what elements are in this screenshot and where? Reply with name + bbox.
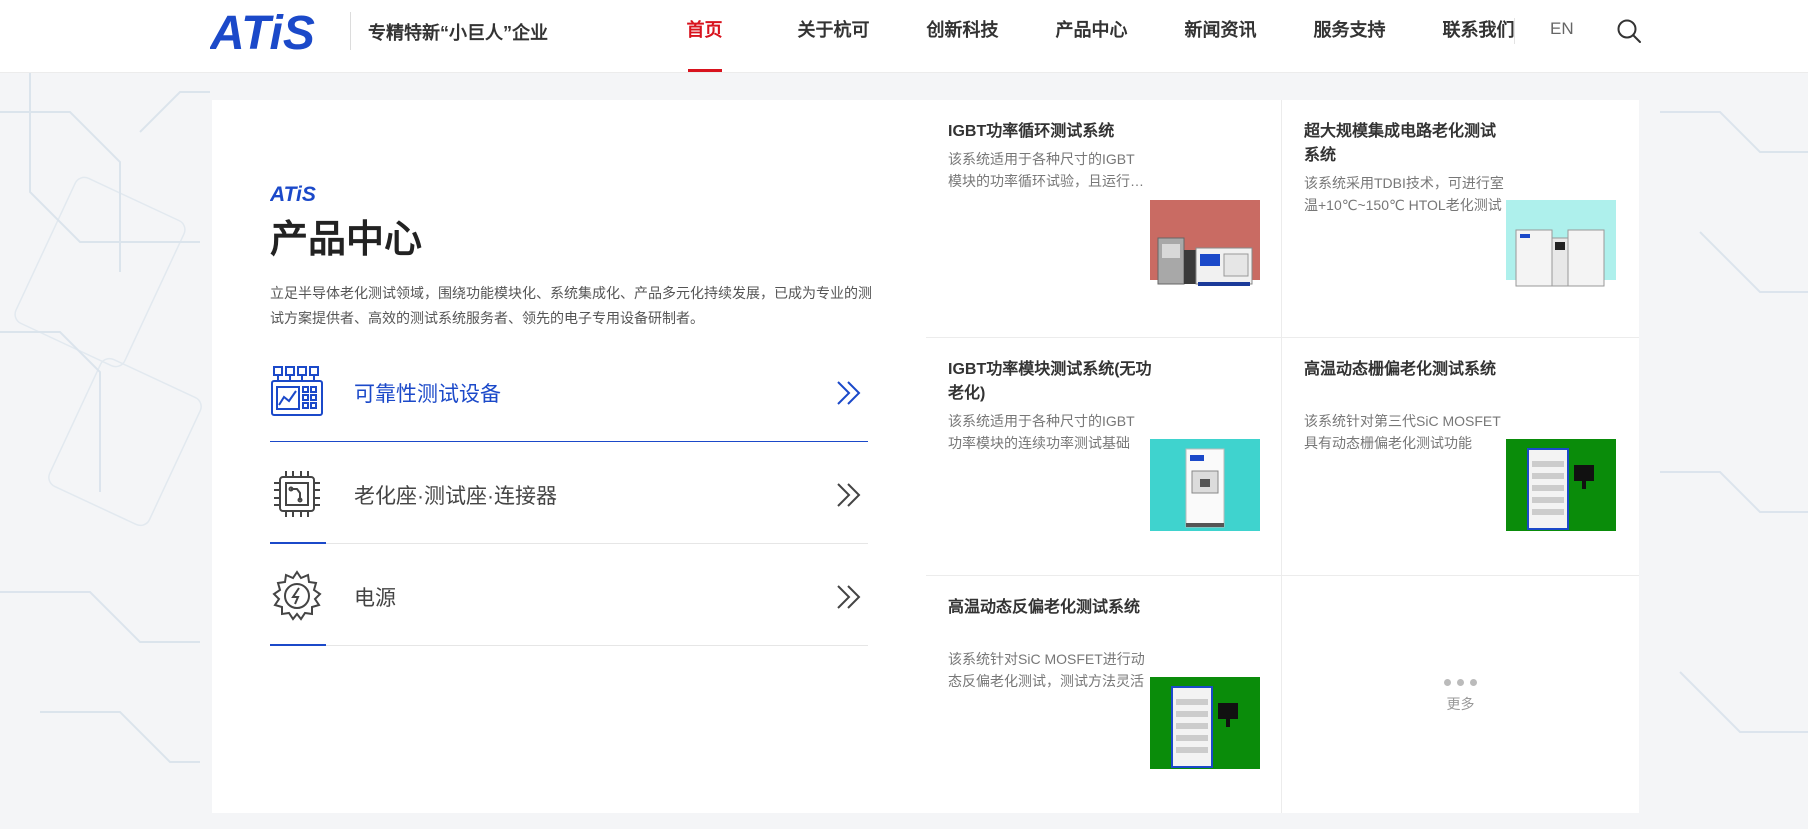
more-products-card[interactable]: 更多 — [1282, 576, 1639, 813]
logo-divider — [350, 12, 351, 50]
product-image — [1506, 439, 1616, 531]
svg-text:ATiS: ATiS — [270, 183, 316, 204]
main-nav: 首页 关于杭可 创新科技 产品中心 新闻资讯 服务支持 联系我们 — [640, 0, 1543, 72]
nav-item-innovation[interactable]: 创新科技 — [898, 0, 1027, 72]
product-card[interactable]: IGBT功率循环测试系统 该系统适用于各种尺寸的IGBT模块的功率循环试验，且运… — [926, 100, 1282, 338]
product-description: 该系统适用于各种尺寸的IGBT功率模块的连续功率测试基础 — [948, 413, 1135, 451]
svg-text:ATiS: ATiS — [210, 8, 315, 54]
category-underline — [270, 644, 326, 646]
product-description: 该系统针对SiC MOSFET进行动态反偏老化测试，测试方法灵活 — [948, 651, 1145, 689]
nav-item-home[interactable]: 首页 — [640, 0, 769, 72]
slogan: 专精特新“小巨人”企业 — [368, 23, 548, 43]
chip-socket-icon — [274, 471, 320, 517]
product-title: 高温动态栅偏老化测试系统 — [1304, 361, 1497, 378]
double-chevron-right-icon — [837, 585, 861, 609]
category-list: 可靠性测试设备 老化座·测试座·连接器 电源 — [270, 340, 868, 646]
product-image — [1150, 200, 1260, 292]
nav-item-contact[interactable]: 联系我们 — [1414, 0, 1543, 72]
atis-mini-logo: ATiS — [270, 183, 316, 204]
category-reliability-equipment[interactable]: 可靠性测试设备 — [270, 340, 868, 442]
product-center-panel: ATiS 产品中心 立足半导体老化测试领域，围绕功能模块化、系统集成化、产品多元… — [212, 100, 926, 813]
product-title: 超大规模集成电路老化测试系统 — [1304, 123, 1497, 164]
product-grid: IGBT功率循环测试系统 该系统适用于各种尺寸的IGBT模块的功率循环试验，且运… — [926, 100, 1639, 813]
more-label: 更多 — [1446, 696, 1475, 712]
double-chevron-right-icon — [837, 483, 861, 507]
site-header: ATiS 专精特新“小巨人”企业 首页 关于杭可 创新科技 产品中心 新闻资讯 … — [0, 0, 1808, 73]
atis-logo[interactable]: ATiS — [210, 8, 335, 54]
more-dots-icon — [1282, 679, 1639, 686]
nav-separator — [1514, 18, 1515, 44]
reliability-equipment-icon — [271, 366, 323, 416]
product-image — [1150, 439, 1260, 531]
product-card[interactable]: 高温动态反偏老化测试系统 该系统针对SiC MOSFET进行动态反偏老化测试，测… — [926, 576, 1282, 813]
category-sockets-connectors[interactable]: 老化座·测试座·连接器 — [270, 442, 868, 544]
category-label: 老化座·测试座·连接器 — [354, 485, 557, 508]
category-label: 可靠性测试设备 — [354, 383, 501, 406]
product-card[interactable]: 超大规模集成电路老化测试系统 该系统采用TDBI技术，可进行室温+10℃~150… — [1282, 100, 1639, 338]
product-image — [1150, 677, 1260, 769]
product-description: 该系统采用TDBI技术，可进行室温+10℃~150℃ HTOL老化测试 — [1304, 175, 1504, 213]
more-link[interactable]: 更多 — [1282, 679, 1639, 714]
double-chevron-right-icon — [837, 381, 861, 405]
product-title: 高温动态反偏老化测试系统 — [948, 599, 1141, 616]
product-description: 该系统针对第三代SiC MOSFET具有动态栅偏老化测试功能 — [1304, 413, 1501, 451]
product-card[interactable]: 高温动态栅偏老化测试系统 该系统针对第三代SiC MOSFET具有动态栅偏老化测… — [1282, 338, 1639, 576]
section-title: 产品中心 — [270, 219, 423, 261]
nav-item-products[interactable]: 产品中心 — [1027, 0, 1156, 72]
nav-item-about[interactable]: 关于杭可 — [769, 0, 898, 72]
nav-item-news[interactable]: 新闻资讯 — [1156, 0, 1285, 72]
product-title: IGBT功率模块测试系统(无功老化) — [948, 361, 1152, 402]
nav-item-service[interactable]: 服务支持 — [1285, 0, 1414, 72]
product-description: 该系统适用于各种尺寸的IGBT模块的功率循环试验，且运行稳定可靠 — [948, 151, 1144, 189]
product-title: IGBT功率循环测试系统 — [948, 123, 1115, 140]
category-power[interactable]: 电源 — [270, 544, 868, 646]
product-image — [1506, 200, 1616, 292]
product-card[interactable]: IGBT功率模块测试系统(无功老化) 该系统适用于各种尺寸的IGBT功率模块的连… — [926, 338, 1282, 576]
category-label: 电源 — [354, 587, 396, 610]
search-icon[interactable] — [1616, 18, 1642, 44]
language-switch[interactable]: EN — [1550, 19, 1574, 39]
section-description: 立足半导体老化测试领域，围绕功能模块化、系统集成化、产品多元化持续发展，已成为专… — [270, 285, 872, 326]
power-gear-icon — [272, 570, 322, 621]
